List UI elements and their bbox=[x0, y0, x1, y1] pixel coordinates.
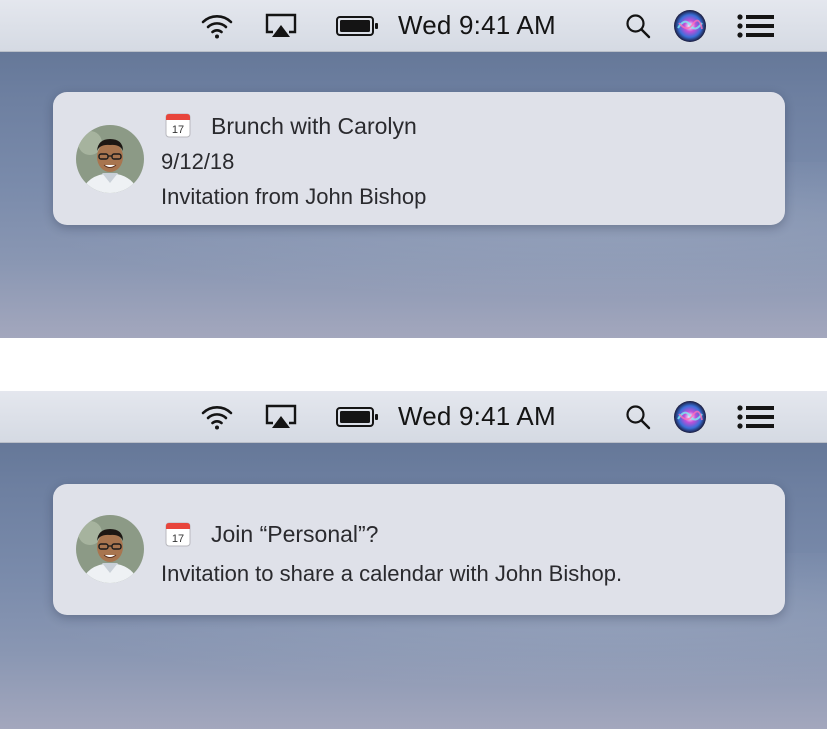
battery-icon[interactable] bbox=[330, 391, 386, 442]
battery-icon[interactable] bbox=[330, 0, 386, 51]
notification-title: Join “Personal”? bbox=[211, 521, 379, 547]
avatar bbox=[76, 125, 144, 193]
airplay-icon[interactable] bbox=[258, 0, 304, 51]
menu-bar-clock[interactable]: Wed 9:41 AM bbox=[398, 391, 596, 442]
clock-text: Wed 9:41 AM bbox=[398, 401, 556, 431]
notification-center-icon[interactable] bbox=[730, 391, 782, 442]
calendar-icon: 17 bbox=[165, 112, 191, 138]
menu-bar: Wed 9:41 AM bbox=[0, 391, 827, 443]
siri-icon[interactable] bbox=[668, 0, 712, 51]
notification-body: Invitation to share a calendar with John… bbox=[161, 561, 623, 586]
siri-icon[interactable] bbox=[668, 391, 712, 442]
notification-banner[interactable]: 17 Brunch with Carolyn 9/12/18 Invitatio… bbox=[53, 92, 785, 225]
notification-body: Invitation from John Bishop bbox=[161, 184, 427, 209]
calendar-icon: 17 bbox=[165, 521, 191, 547]
spotlight-search-icon[interactable] bbox=[616, 391, 660, 442]
wifi-icon[interactable] bbox=[195, 391, 239, 442]
notification-center-icon[interactable] bbox=[730, 0, 782, 51]
svg-text:17: 17 bbox=[172, 124, 184, 136]
notification-banner[interactable]: 17 Join “Personal”? Invitation to share … bbox=[53, 484, 785, 615]
menu-bar: Wed 9:41 AM bbox=[0, 0, 827, 52]
notification-title: Brunch with Carolyn bbox=[211, 113, 417, 139]
screenshot-panel-top: Wed 9:41 AM 17 Brunch with Carolyn 9/12/… bbox=[0, 0, 827, 338]
clock-text: Wed 9:41 AM bbox=[398, 10, 556, 40]
wifi-icon[interactable] bbox=[195, 0, 239, 51]
airplay-icon[interactable] bbox=[258, 391, 304, 442]
spotlight-search-icon[interactable] bbox=[616, 0, 660, 51]
screenshot-panel-bottom: Wed 9:41 AM 17 Join “Personal”? Invitati… bbox=[0, 391, 827, 729]
notification-date: 9/12/18 bbox=[161, 149, 235, 174]
avatar bbox=[76, 515, 144, 583]
menu-bar-clock[interactable]: Wed 9:41 AM bbox=[398, 0, 596, 51]
svg-text:17: 17 bbox=[172, 533, 184, 545]
